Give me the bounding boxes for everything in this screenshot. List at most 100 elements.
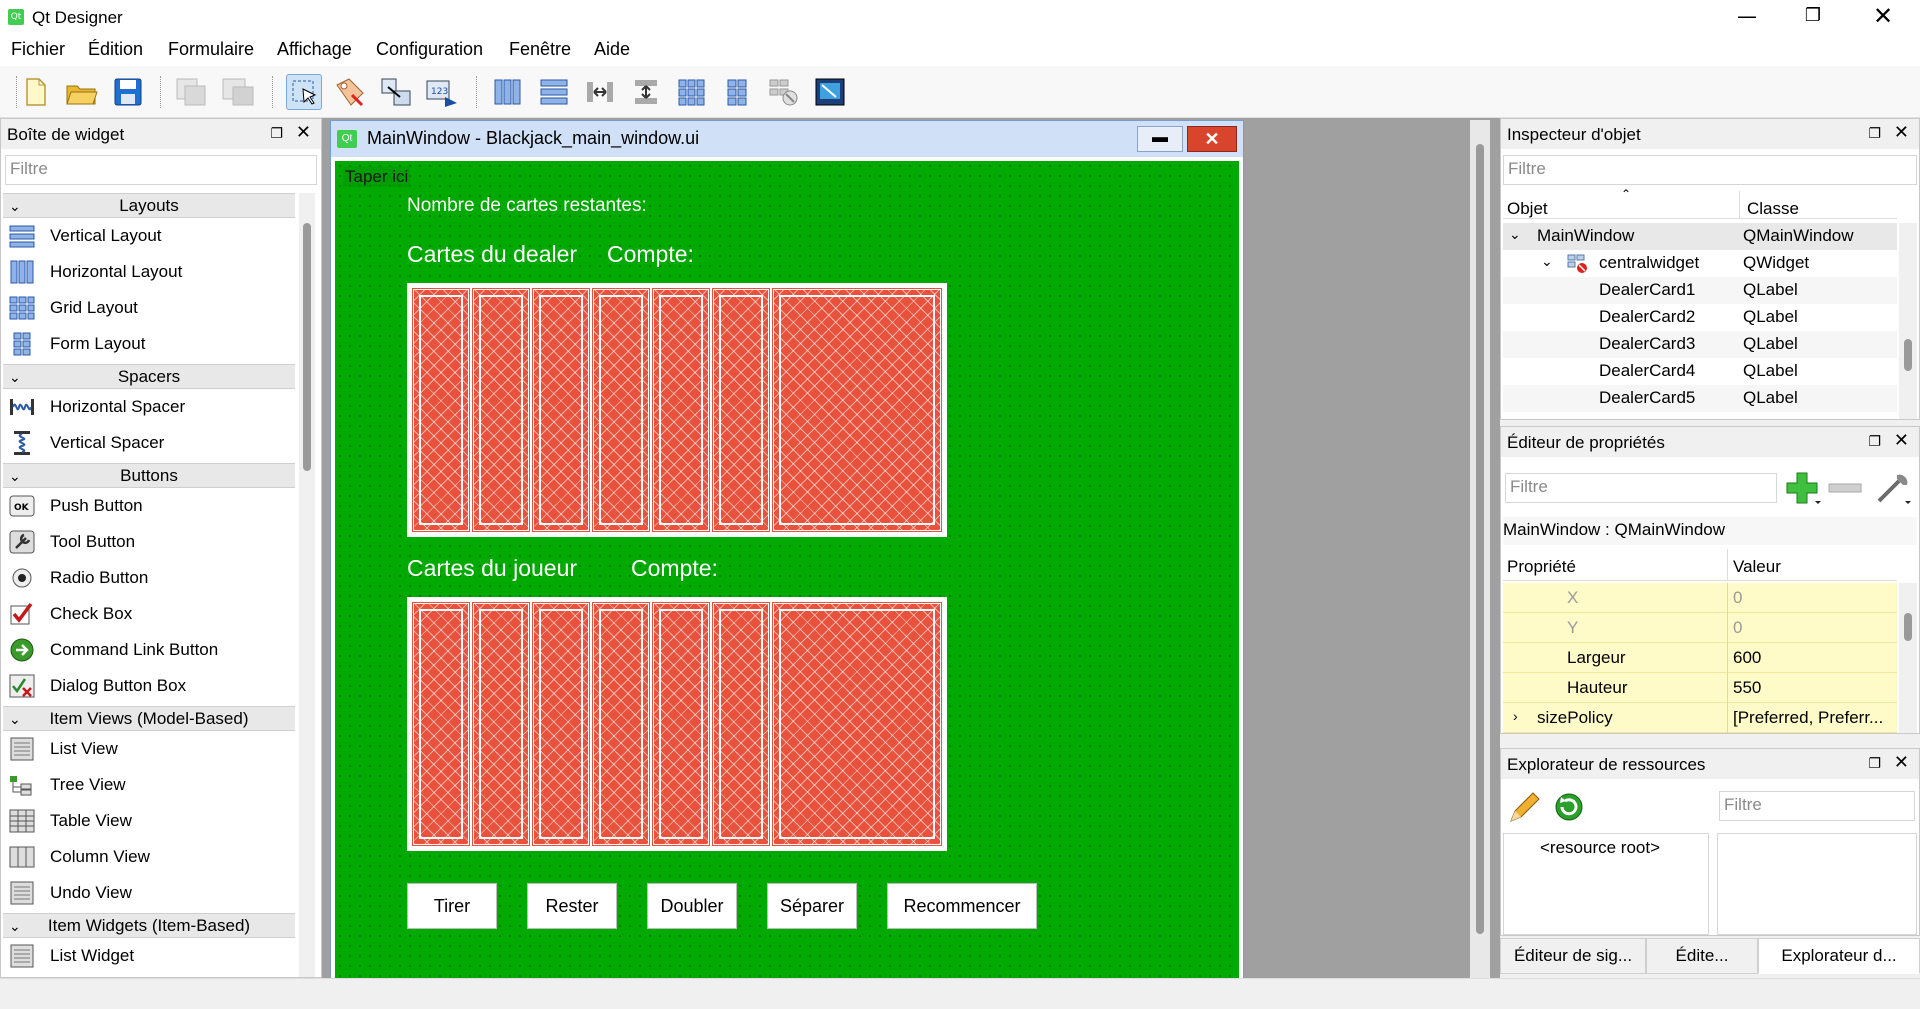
tree-row[interactable]: ⌄ MainWindow QMainWindow [1503,223,1897,250]
configure-wrench-icon[interactable] [1873,469,1913,507]
scrollbar-thumb[interactable] [303,223,311,471]
tab-action-editor[interactable]: Édite... [1646,938,1758,974]
float-icon[interactable]: ❐ [1868,433,1881,450]
remove-property-icon[interactable] [1827,479,1863,497]
tree-row[interactable]: DealerCard4 QLabel [1503,358,1897,385]
property-row-x[interactable]: X 0 [1503,583,1897,613]
float-icon[interactable]: ❐ [1868,125,1881,142]
copy-icon[interactable] [174,74,210,110]
widget-tree-view[interactable]: Tree View [7,768,295,802]
menu-configuration[interactable]: Configuration [376,39,483,60]
adjust-size-icon[interactable] [812,74,848,110]
add-property-icon[interactable] [1783,469,1823,507]
resource-list[interactable] [1717,833,1917,935]
float-icon[interactable]: ❐ [1868,755,1881,772]
recommencer-button[interactable]: Recommencer [887,883,1037,929]
subwindow-close-button[interactable]: ✕ [1187,126,1237,152]
layout-horizontal-icon[interactable] [490,74,526,110]
scrollbar-thumb[interactable] [1904,339,1912,371]
close-icon[interactable]: ✕ [1894,752,1909,773]
break-layout-icon[interactable] [766,74,802,110]
paste-icon[interactable] [220,74,256,110]
menu-affichage[interactable]: Affichage [277,39,352,60]
col-propriete-header[interactable]: Propriété [1507,557,1576,577]
open-folder-icon[interactable] [64,74,100,110]
layout-vertical-icon[interactable] [536,74,572,110]
tree-row[interactable]: DealerCard5 QLabel [1503,385,1897,412]
resource-tree[interactable]: <resource root> [1503,833,1709,935]
col-classe-header[interactable]: Classe [1747,199,1799,219]
minimize-button[interactable]: — [1712,0,1782,34]
widget-check-box[interactable]: Check Box [7,597,295,631]
layout-grid-icon[interactable] [674,74,710,110]
category-item-views[interactable]: ⌄ Item Views (Model-Based) [3,706,295,731]
scrollbar-thumb[interactable] [1904,613,1912,641]
widget-table-view[interactable]: Table View [7,804,295,838]
edit-tab-order-icon[interactable]: 123 [424,74,460,110]
chevron-down-icon[interactable]: ⌄ [1541,253,1553,270]
subwindow-minimize-button[interactable]: ▬ [1137,126,1183,152]
reload-icon[interactable] [1551,789,1587,825]
edit-signals-icon[interactable] [332,74,368,110]
chevron-down-icon[interactable]: ⌄ [1509,226,1521,243]
layout-splitter-v-icon[interactable] [628,74,664,110]
menu-fichier[interactable]: Fichier [11,39,65,60]
widget-radio-button[interactable]: Radio Button [7,561,295,595]
edit-buddies-icon[interactable] [378,74,414,110]
save-icon[interactable] [110,74,146,110]
widget-column-view[interactable]: Column View [7,840,295,874]
edit-resources-pencil-icon[interactable] [1507,789,1543,825]
separer-button[interactable]: Séparer [767,883,857,929]
scrollbar-thumb[interactable] [1476,144,1484,934]
widget-push-button[interactable]: OK Push Button [7,489,295,523]
resource-root-item[interactable]: <resource root> [1540,838,1660,858]
tab-resource-explorer[interactable]: Explorateur d... [1758,938,1920,974]
category-buttons[interactable]: ⌄ Buttons [3,463,295,488]
widget-command-link-button[interactable]: Command Link Button [7,633,295,667]
resource-filter-input[interactable]: Filtre [1719,791,1915,821]
close-icon[interactable]: ✕ [1894,430,1909,451]
close-icon[interactable]: ✕ [1894,122,1909,143]
form-canvas[interactable]: Taper ici Nombre de cartes restantes: Ca… [335,161,1239,979]
tirer-button[interactable]: Tirer [407,883,497,929]
col-valeur-header[interactable]: Valeur [1733,557,1781,577]
doubler-button[interactable]: Doubler [647,883,737,929]
rester-button[interactable]: Rester [527,883,617,929]
menu-aide[interactable]: Aide [594,39,630,60]
widget-horizontal-spacer[interactable]: Horizontal Spacer [7,390,295,424]
widget-dialog-button-box[interactable]: Dialog Button Box [7,669,295,703]
widget-horizontal-layout[interactable]: Horizontal Layout [7,255,295,289]
float-icon[interactable]: ❐ [270,125,283,142]
chevron-right-icon[interactable]: › [1513,708,1518,724]
widget-box-filter-input[interactable]: Filtre [5,155,317,185]
category-item-widgets[interactable]: ⌄ Item Widgets (Item-Based) [3,913,295,938]
widget-form-layout[interactable]: Form Layout [7,327,295,361]
menu-formulaire[interactable]: Formulaire [168,39,254,60]
menu-edition[interactable]: Édition [88,39,143,60]
property-row-y[interactable]: Y 0 [1503,613,1897,643]
tree-row[interactable]: ⌄ centralwidget QWidget [1503,250,1897,277]
menu-fenetre[interactable]: Fenêtre [509,39,571,60]
widget-list-view[interactable]: List View [7,732,295,766]
category-layouts[interactable]: ⌄ Layouts [3,193,295,218]
widget-tool-button[interactable]: Tool Button [7,525,295,559]
col-objet-header[interactable]: Objet [1507,199,1548,219]
object-inspector-filter-input[interactable]: Filtre [1503,155,1917,185]
property-row-hauteur[interactable]: Hauteur 550 [1503,673,1897,703]
widget-list-widget[interactable]: List Widget [7,939,295,973]
layout-form-icon[interactable] [720,74,756,110]
property-row-sizepolicy[interactable]: › sizePolicy [Preferred, Preferr... [1503,703,1897,733]
tab-signal-slot-editor[interactable]: Éditeur de sig... [1500,938,1646,974]
widget-undo-view[interactable]: Undo View [7,876,295,910]
maximize-button[interactable]: ❐ [1778,0,1848,34]
widget-vertical-spacer[interactable]: Vertical Spacer [7,426,295,460]
widget-box-scrollbar[interactable] [299,193,315,977]
tree-row[interactable]: DealerCard3 QLabel [1503,331,1897,358]
tree-row[interactable]: DealerCard1 QLabel [1503,277,1897,304]
menu-placeholder[interactable]: Taper ici [343,167,411,187]
object-tree-scrollbar[interactable] [1899,223,1917,419]
property-row-largeur[interactable]: Largeur 600 [1503,643,1897,673]
mdi-scrollbar[interactable] [1470,120,1490,978]
edit-widgets-icon[interactable] [286,74,322,110]
property-filter-input[interactable]: Filtre [1505,473,1777,503]
